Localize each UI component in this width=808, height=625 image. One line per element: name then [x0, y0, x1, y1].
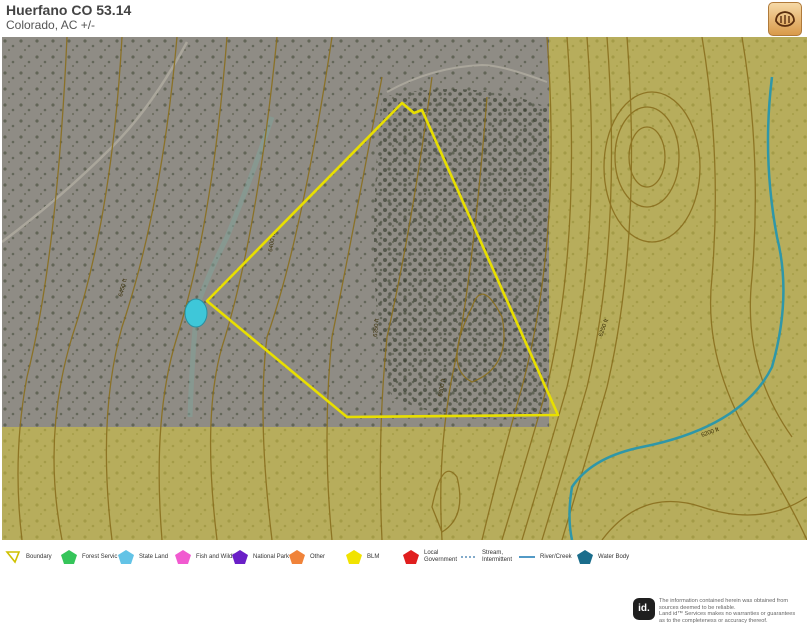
disclaimer-text: The information contained herein was obt… [659, 598, 804, 624]
legend-item-state-land: State Land [117, 546, 168, 568]
legend-label: State Land [139, 553, 169, 560]
legend-label: River/Creek [540, 553, 572, 560]
map-canvas[interactable]: 6450 ft 6400 ft 6350 ft 6300 ft 6250 ft … [2, 37, 807, 540]
property-subtitle: Colorado, AC +/- [6, 18, 96, 32]
disclaimer-line: as to the completeness or accuracy there… [659, 617, 768, 624]
legend-item-water-body: Water Body [576, 546, 629, 568]
legend-item-national-park: National Park [231, 546, 289, 568]
fish-wildlife-icon [175, 550, 191, 564]
blm-land-south [2, 427, 549, 540]
other-icon [289, 550, 305, 564]
water-body [184, 298, 208, 328]
map-legend: Boundary Forest Servic State Land Fish a… [0, 544, 808, 570]
disclaimer-line: The information contained herein was obt… [659, 598, 789, 604]
property-title: Huerfano CO 53.14 [6, 2, 132, 18]
disclaimer-line: Land id™ Services makes no warranties or… [659, 611, 796, 617]
legend-label: Boundary [26, 553, 52, 560]
legend-label: Water Body [598, 553, 630, 560]
legend-item-blm: BLM [345, 546, 379, 568]
river-creek-icon [519, 556, 535, 558]
legend-label: National Park [253, 553, 290, 560]
forest-service-icon [61, 550, 77, 564]
legend-item-river-creek: River/Creek [518, 546, 572, 568]
legend-item-other: Other [288, 546, 325, 568]
state-land-icon [118, 550, 134, 564]
blm-icon [346, 550, 362, 564]
legend-label: Forest Servic [82, 553, 118, 560]
stream-intermittent-icon [461, 556, 477, 558]
legend-item-boundary: Boundary [4, 546, 52, 568]
land-id-badge: id. [633, 598, 655, 620]
boundary-icon [5, 551, 21, 564]
legend-label: Other [310, 553, 326, 560]
legend-label: BLM [367, 553, 380, 560]
legend-item-forest-service: Forest Servic [60, 546, 117, 568]
local-government-icon [403, 550, 419, 564]
brand-logo-icon [768, 2, 802, 36]
national-park-icon [232, 550, 248, 564]
map-header: Huerfano CO 53.14 Colorado, AC +/- [0, 0, 808, 36]
water-body-icon [577, 550, 593, 564]
